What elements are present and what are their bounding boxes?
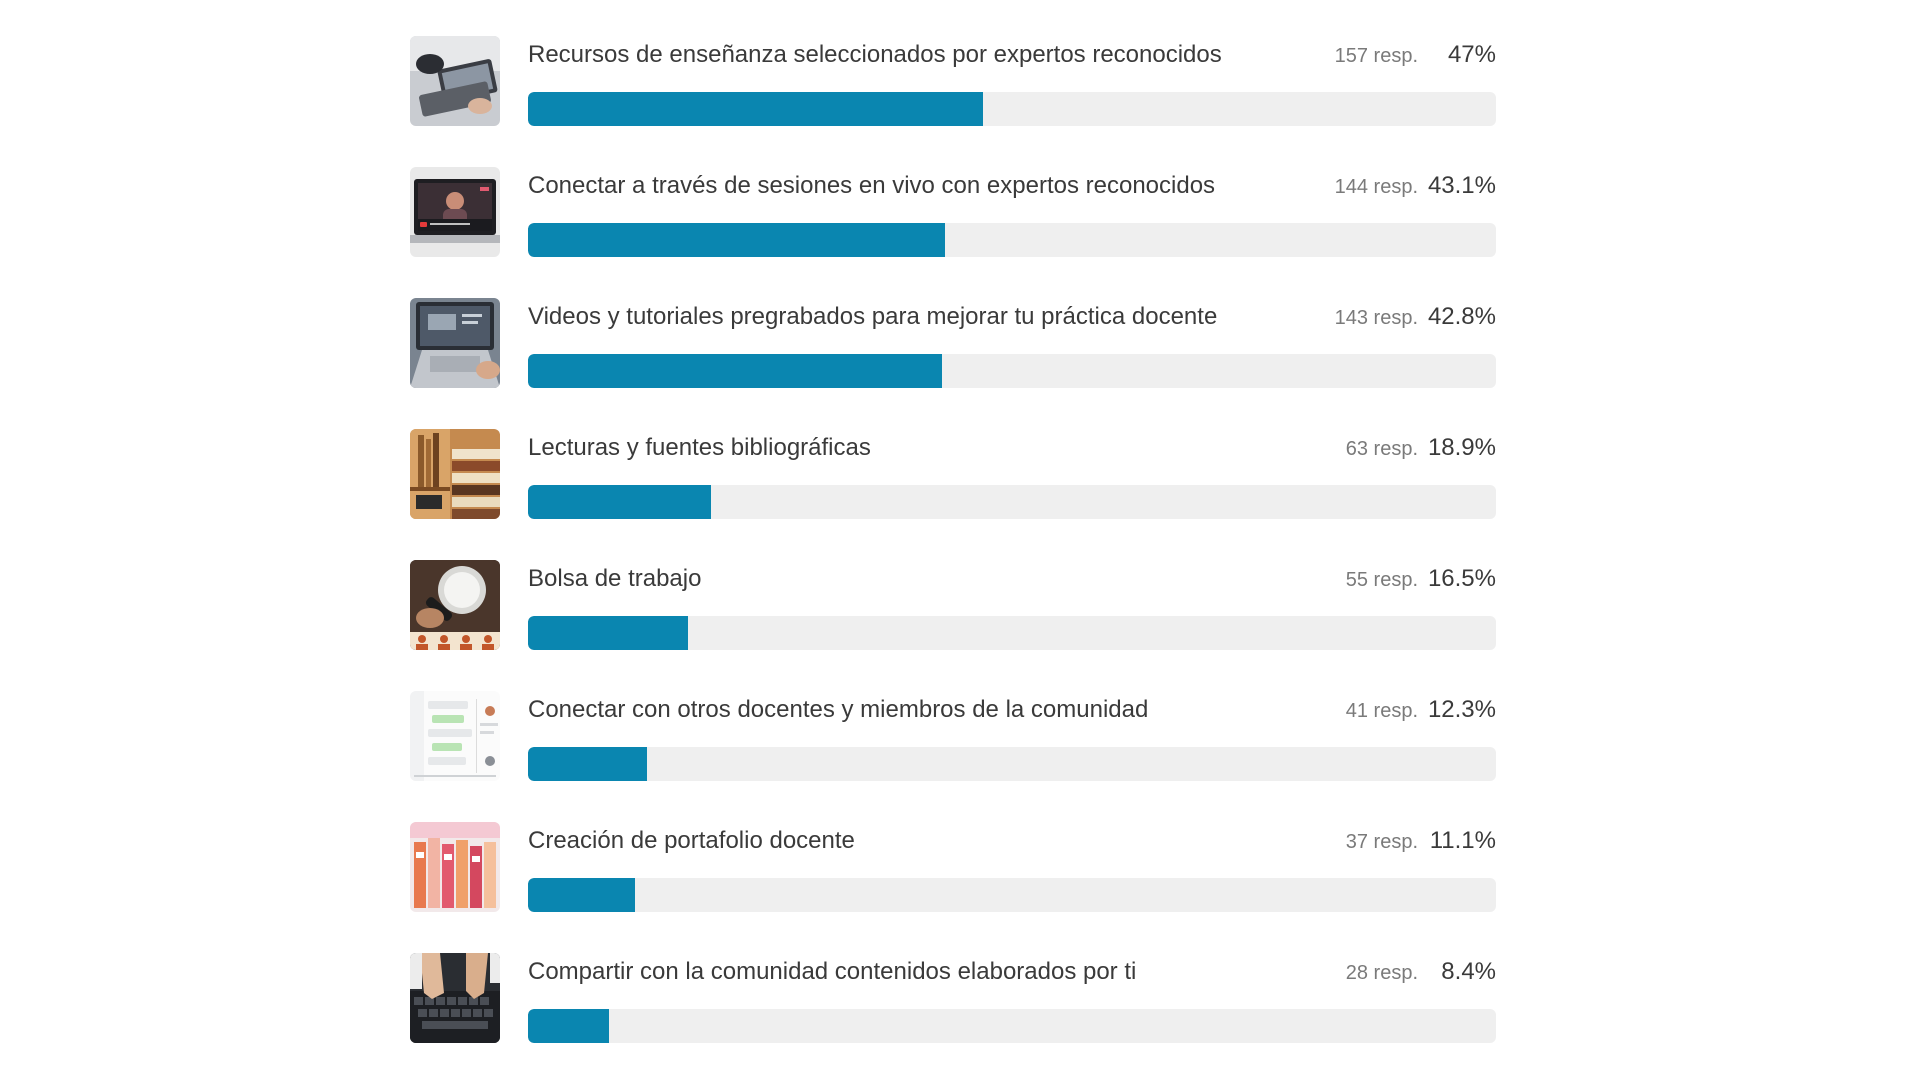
bar-fill <box>528 354 943 388</box>
response-count: 63 resp. <box>1345 438 1418 460</box>
bar-fill <box>528 1009 610 1043</box>
bar-track <box>528 1009 1496 1043</box>
poll-option: Conectar con otros docentes y miembros d… <box>410 691 1496 822</box>
response-count: 55 resp. <box>1345 569 1418 591</box>
teaching-resources-photo-icon <box>410 36 500 126</box>
live-session-laptop-photo-icon <box>410 167 500 257</box>
bar-fill <box>528 747 648 781</box>
job-search-magnifier-photo-icon <box>410 560 500 650</box>
bar-track <box>528 92 1496 126</box>
bar-fill <box>528 616 688 650</box>
response-count: 37 resp. <box>1345 831 1418 853</box>
response-count: 143 resp. <box>1334 307 1418 329</box>
option-label: Bolsa de trabajo <box>528 565 702 592</box>
option-label: Compartir con la comunidad contenidos el… <box>528 958 1137 985</box>
poll-results-chart: Recursos de enseñanza seleccionados por … <box>410 36 1496 1084</box>
bar-fill <box>528 878 636 912</box>
response-percentage: 11.1% <box>1429 827 1496 854</box>
response-count: 41 resp. <box>1345 700 1418 722</box>
bar-track <box>528 223 1496 257</box>
option-label: Lecturas y fuentes bibliográficas <box>528 434 871 461</box>
community-chat-screenshot-icon <box>410 691 500 781</box>
option-label: Conectar con otros docentes y miembros d… <box>528 696 1149 723</box>
response-percentage: 18.9% <box>1427 434 1496 461</box>
response-percentage: 12.3% <box>1427 696 1496 723</box>
response-count: 144 resp. <box>1334 176 1418 198</box>
bar-track <box>528 354 1496 388</box>
typing-keyboard-photo-icon <box>410 953 500 1043</box>
bar-fill <box>528 223 946 257</box>
video-tutorial-laptop-photo-icon <box>410 298 500 388</box>
response-percentage: 8.4% <box>1441 958 1496 985</box>
response-percentage: 47% <box>1447 41 1496 68</box>
option-label: Creación de portafolio docente <box>528 827 855 854</box>
bar-track <box>528 485 1496 519</box>
bar-track <box>528 616 1496 650</box>
bar-fill <box>528 92 983 126</box>
response-percentage: 43.1% <box>1427 172 1496 199</box>
poll-option: Lecturas y fuentes bibliográficas 63 res… <box>410 429 1496 560</box>
poll-option: Bolsa de trabajo 55 resp. 16.5% <box>410 560 1496 691</box>
books-photo-icon <box>410 429 500 519</box>
response-percentage: 42.8% <box>1427 303 1496 330</box>
response-count: 157 resp. <box>1334 45 1418 67</box>
option-label: Conectar a través de sesiones en vivo co… <box>528 172 1216 199</box>
poll-option: Recursos de enseñanza seleccionados por … <box>410 36 1496 167</box>
response-percentage: 16.5% <box>1427 565 1496 592</box>
bar-fill <box>528 485 711 519</box>
poll-option: Compartir con la comunidad contenidos el… <box>410 953 1496 1084</box>
response-count: 28 resp. <box>1345 962 1418 984</box>
portfolio-folders-photo-icon <box>410 822 500 912</box>
poll-option: Conectar a través de sesiones en vivo co… <box>410 167 1496 298</box>
poll-option: Creación de portafolio docente 37 resp. … <box>410 822 1496 953</box>
bar-track <box>528 878 1496 912</box>
poll-option: Videos y tutoriales pregrabados para mej… <box>410 298 1496 429</box>
option-label: Recursos de enseñanza seleccionados por … <box>528 41 1222 68</box>
bar-track <box>528 747 1496 781</box>
option-label: Videos y tutoriales pregrabados para mej… <box>528 303 1218 330</box>
